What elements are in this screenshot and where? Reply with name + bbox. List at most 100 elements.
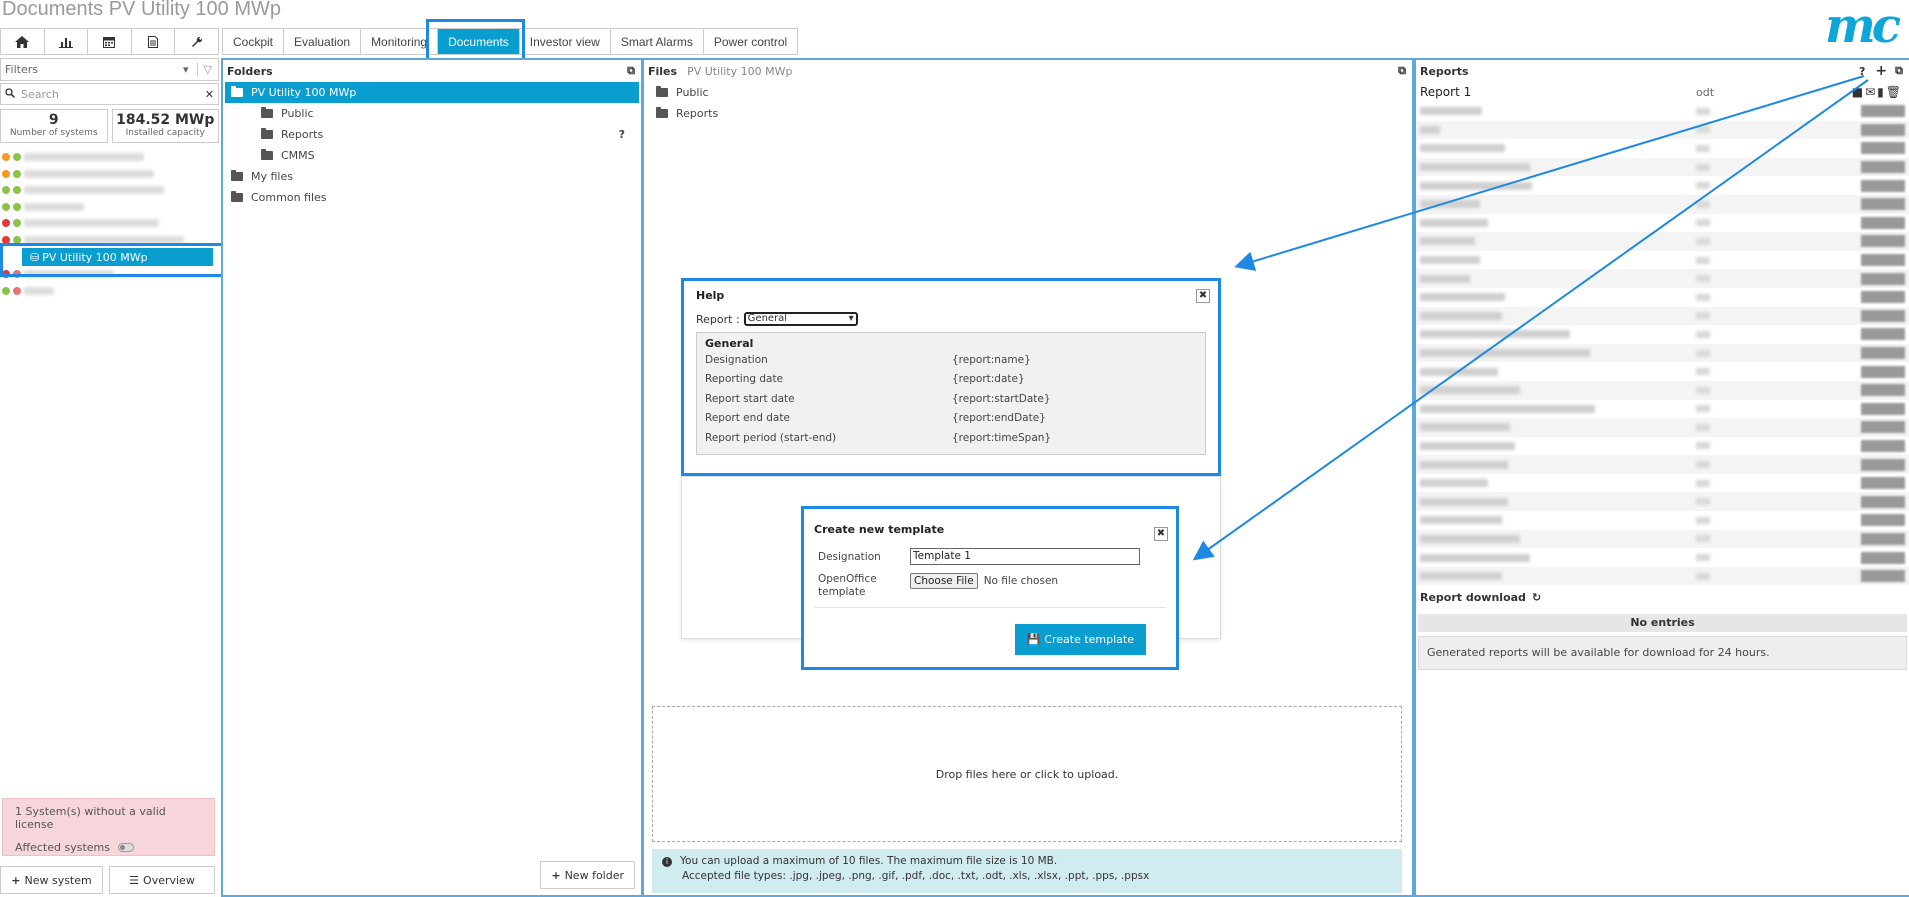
- search-field[interactable]: Search ✕: [0, 83, 219, 105]
- report-row[interactable]: [1416, 102, 1909, 121]
- maximize-icon[interactable]: ⧉: [1398, 64, 1406, 78]
- report-actions-redacted[interactable]: [1861, 216, 1905, 229]
- report-row[interactable]: [1416, 120, 1909, 140]
- report-actions-redacted[interactable]: [1861, 309, 1905, 322]
- system-row[interactable]: [0, 215, 219, 232]
- system-row[interactable]: [0, 149, 219, 166]
- file-folder-reports[interactable]: Reports: [650, 103, 1406, 124]
- report-actions-redacted[interactable]: [1861, 421, 1905, 434]
- tab-smart-alarms[interactable]: Smart Alarms: [611, 29, 704, 54]
- report-actions-redacted[interactable]: [1861, 328, 1905, 341]
- report-actions-redacted[interactable]: [1861, 495, 1905, 508]
- tab-investor-view[interactable]: Investor view: [520, 29, 611, 54]
- report-row[interactable]: [1416, 157, 1909, 177]
- refresh-icon[interactable]: ↻: [1532, 591, 1541, 604]
- report-row[interactable]: [1416, 306, 1909, 326]
- report-actions-redacted[interactable]: [1861, 477, 1905, 490]
- report-row[interactable]: [1416, 325, 1909, 344]
- tab-power-control[interactable]: Power control: [704, 29, 797, 54]
- folder-root[interactable]: PV Utility 100 MWp: [225, 82, 639, 103]
- chart-icon[interactable]: [45, 29, 89, 54]
- file-folder-public[interactable]: Public: [650, 82, 1406, 103]
- report-row[interactable]: [1416, 343, 1909, 363]
- funnel-icon[interactable]: ▽: [196, 63, 218, 76]
- folder-public[interactable]: Public: [225, 103, 639, 124]
- report-actions-redacted[interactable]: [1861, 402, 1905, 415]
- new-system-button[interactable]: + New system: [0, 866, 103, 894]
- filters-select[interactable]: Filters ▾ ▽: [0, 58, 219, 81]
- new-folder-button[interactable]: + New folder: [540, 861, 635, 889]
- document-icon[interactable]: [132, 29, 176, 54]
- report-row[interactable]: [1416, 214, 1909, 233]
- create-template-button[interactable]: 💾 Create template: [1014, 624, 1146, 655]
- report-row[interactable]: [1416, 418, 1909, 437]
- report-actions-redacted[interactable]: [1861, 123, 1905, 136]
- report-actions-redacted[interactable]: [1861, 570, 1905, 583]
- download-icon[interactable]: ■: [1852, 85, 1865, 99]
- designation-input[interactable]: Template 1: [910, 548, 1140, 565]
- report-row[interactable]: [1416, 492, 1909, 512]
- close-icon[interactable]: ✖: [1154, 527, 1168, 541]
- report-actions-redacted[interactable]: [1861, 347, 1905, 360]
- file-icon[interactable]: ▮: [1877, 85, 1886, 99]
- report-row[interactable]: [1416, 474, 1909, 493]
- wrench-icon[interactable]: [175, 29, 218, 54]
- help-icon[interactable]: ?: [1859, 65, 1865, 78]
- system-row[interactable]: [0, 283, 219, 300]
- report-actions-redacted[interactable]: [1861, 142, 1905, 155]
- report-actions-redacted[interactable]: [1861, 532, 1905, 545]
- report-row[interactable]: [1416, 362, 1909, 381]
- choose-file-button[interactable]: Choose File: [910, 573, 978, 589]
- report-row[interactable]: Report 1 odt ■✉▮🗑: [1416, 82, 1909, 102]
- report-row[interactable]: [1416, 251, 1909, 270]
- system-row[interactable]: [0, 266, 219, 283]
- report-actions-redacted[interactable]: [1861, 235, 1905, 248]
- report-row[interactable]: [1416, 400, 1909, 419]
- report-row[interactable]: [1416, 529, 1909, 549]
- report-row[interactable]: [1416, 194, 1909, 214]
- report-row[interactable]: [1416, 176, 1909, 195]
- report-actions-redacted[interactable]: [1861, 198, 1905, 211]
- affected-systems-toggle[interactable]: [117, 843, 134, 852]
- system-row[interactable]: [0, 199, 219, 216]
- mail-icon[interactable]: ✉: [1865, 85, 1877, 99]
- tab-monitoring[interactable]: Monitoring: [361, 29, 439, 54]
- folder-common-files[interactable]: Common files: [225, 187, 639, 208]
- report-row[interactable]: [1416, 511, 1909, 530]
- system-row[interactable]: [0, 232, 219, 249]
- report-actions-redacted[interactable]: [1861, 291, 1905, 304]
- tab-documents[interactable]: Documents: [438, 29, 520, 54]
- upload-dropzone[interactable]: Drop files here or click to upload.: [652, 706, 1402, 842]
- add-template-icon[interactable]: +: [1875, 63, 1887, 79]
- report-row[interactable]: [1416, 566, 1909, 586]
- report-actions-redacted[interactable]: [1861, 179, 1905, 192]
- overview-button[interactable]: ☰ Overview: [109, 866, 215, 894]
- trash-icon[interactable]: 🗑: [1886, 85, 1903, 99]
- system-row-selected[interactable]: ⛁ PV Utility 100 MWp: [22, 248, 213, 266]
- folder-reports[interactable]: Reports?: [225, 124, 639, 145]
- report-row[interactable]: [1416, 455, 1909, 474]
- report-actions-redacted[interactable]: [1861, 272, 1905, 285]
- folder-cmms[interactable]: CMMS: [225, 145, 639, 166]
- report-actions-redacted[interactable]: [1861, 384, 1905, 397]
- folder-my-files[interactable]: My files: [225, 166, 639, 187]
- report-actions-redacted[interactable]: [1861, 439, 1905, 452]
- report-actions-redacted[interactable]: [1861, 365, 1905, 378]
- report-row[interactable]: [1416, 288, 1909, 307]
- calendar-icon[interactable]: [88, 29, 132, 54]
- home-icon[interactable]: [1, 29, 45, 54]
- report-actions-redacted[interactable]: [1861, 551, 1905, 564]
- report-row[interactable]: [1416, 232, 1909, 251]
- report-actions-redacted[interactable]: [1861, 105, 1905, 118]
- tab-evaluation[interactable]: Evaluation: [284, 29, 362, 54]
- report-actions-redacted[interactable]: [1861, 458, 1905, 471]
- report-actions-redacted[interactable]: [1861, 161, 1905, 174]
- report-actions-redacted[interactable]: [1861, 254, 1905, 267]
- report-select[interactable]: General ▾: [743, 312, 858, 326]
- system-row[interactable]: [0, 182, 219, 199]
- report-actions-redacted[interactable]: [1861, 514, 1905, 527]
- system-row[interactable]: [0, 166, 219, 183]
- clear-search-icon[interactable]: ✕: [205, 88, 214, 101]
- close-icon[interactable]: ✖: [1196, 289, 1210, 303]
- report-row[interactable]: [1416, 269, 1909, 288]
